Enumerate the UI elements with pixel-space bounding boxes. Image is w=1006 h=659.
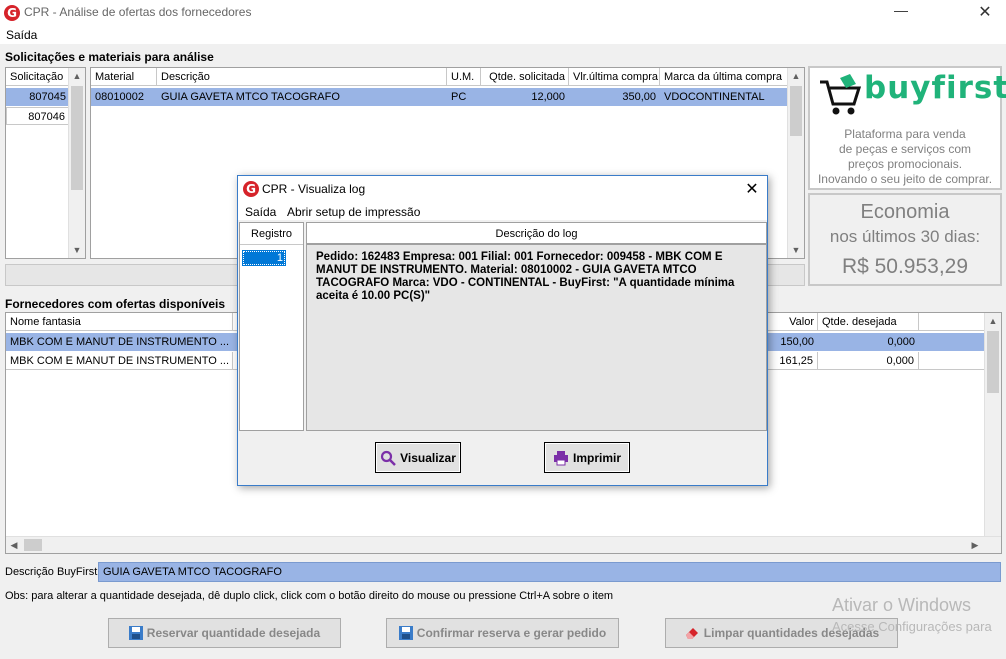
scroll-right-arrow-icon[interactable]: ▶ (967, 537, 983, 553)
savings-panel: Economia nos últimos 30 dias: R$ 50.953,… (808, 193, 1002, 286)
activation-watermark-title: Ativar o Windows (832, 595, 972, 615)
materials-header-last-brand[interactable]: Marca da última compra (660, 68, 788, 86)
reserve-button-label: Reservar quantidade desejada (146, 626, 321, 640)
window-title: CPR - Análise de ofertas dos fornecedore… (24, 5, 252, 19)
suppliers-header-value[interactable]: Valor (768, 313, 818, 331)
savings-value: R$ 50.953,29 (841, 255, 969, 278)
log-description-header[interactable]: Descrição do log (307, 223, 766, 245)
log-dialog: G CPR - Visualiza log ✕ Saída Abrir setu… (237, 175, 768, 486)
activation-watermark-text: Acesse Configurações para (832, 619, 992, 634)
suppliers-header-name[interactable]: Nome fantasia (6, 313, 233, 331)
scroll-thumb[interactable] (24, 539, 42, 551)
scroll-thumb[interactable] (790, 86, 802, 136)
dialog-close-button[interactable]: ✕ (738, 179, 766, 199)
tagline-line: preços promocionais. (847, 157, 963, 171)
requests-scrollbar[interactable]: ▲ ▼ (68, 68, 85, 258)
requests-grid: Solicitação 807045 807046 ▲ ▼ (5, 67, 86, 259)
floppy-disk-icon (398, 626, 413, 640)
scroll-thumb[interactable] (987, 331, 999, 393)
request-row[interactable]: 807045 (6, 88, 70, 106)
view-button[interactable]: Visualizar (375, 442, 461, 473)
requests-header[interactable]: Solicitação (6, 68, 70, 86)
supplier-value: 161,25 (768, 352, 818, 370)
tagline-line: de peças e serviços com (838, 142, 972, 156)
materials-scrollbar[interactable]: ▲ ▼ (787, 68, 804, 258)
suppliers-hscrollbar[interactable]: ◀ ▶ (6, 536, 1001, 553)
scroll-up-arrow-icon[interactable]: ▲ (788, 68, 804, 84)
supplier-desired: 0,000 (818, 352, 919, 370)
materials-header-qty[interactable]: Qtde. solicitada (481, 68, 569, 86)
floppy-disk-icon (128, 626, 143, 640)
scroll-down-arrow-icon[interactable]: ▼ (788, 242, 804, 258)
buyfirst-tagline: Plataforma para venda de peças e serviço… (810, 127, 1000, 187)
view-button-label: Visualizar (400, 450, 456, 465)
supplier-desired: 0,000 (887, 336, 915, 348)
material-qty: 12,000 (531, 91, 565, 103)
tagline-line: Inovando o seu jeito de comprar. (817, 172, 993, 186)
supplier-value: 150,00 (780, 336, 814, 348)
materials-header-unit[interactable]: U.M. (447, 68, 481, 86)
scroll-thumb[interactable] (71, 86, 83, 190)
savings-title: Economia (860, 201, 950, 223)
scroll-up-arrow-icon[interactable]: ▲ (985, 313, 1001, 329)
buyfirst-logo: buyfirst (864, 70, 1006, 106)
materials-header-material[interactable]: Material (91, 68, 157, 86)
dialog-title-bar: G CPR - Visualiza log ✕ (238, 176, 767, 202)
material-last-brand: VDOCONTINENTAL (664, 91, 765, 103)
material-description: GUIA GAVETA MTCO TACOGRAFO (161, 91, 340, 103)
buyfirst-banner[interactable]: buyfirst Plataforma para venda de peças … (808, 66, 1006, 190)
material-unit: PC (451, 91, 467, 103)
log-description-panel: Descrição do log Pedido: 162483 Empresa:… (306, 222, 767, 431)
cart-icon (820, 74, 862, 115)
suppliers-section-label: Fornecedores com ofertas disponíveis (5, 297, 226, 311)
supplier-name: MBK COM E MANUT DE INSTRUMENTO ... (6, 352, 233, 370)
confirm-button-label: Confirmar reserva e gerar pedido (416, 626, 607, 640)
obs-note: Obs: para alterar a quantidade desejada,… (5, 590, 614, 602)
buyfirst-description-field[interactable]: GUIA GAVETA MTCO TACOGRAFO (98, 562, 1001, 582)
app-logo-icon: G (243, 181, 259, 197)
request-row[interactable]: 807046 (6, 107, 70, 125)
scroll-up-arrow-icon[interactable]: ▲ (69, 68, 85, 84)
materials-header-last-price[interactable]: Vlr.última compra (569, 68, 660, 86)
minimize-button[interactable]: — (886, 2, 916, 22)
supplier-name: MBK COM E MANUT DE INSTRUMENTO ... (10, 336, 229, 348)
print-button-label: Imprimir (572, 450, 621, 465)
print-button[interactable]: Imprimir (544, 442, 630, 473)
material-code: 08010002 (95, 91, 144, 103)
confirm-button[interactable]: Confirmar reserva e gerar pedido (386, 618, 619, 648)
savings-period: nos últimos 30 dias: (829, 227, 981, 246)
dialog-menu-exit[interactable]: Saída (245, 205, 276, 219)
menu-bar: Saída (0, 26, 1006, 44)
tagline-line: Plataforma para venda (844, 127, 966, 141)
suppliers-header-extra[interactable] (919, 313, 985, 331)
suppliers-vscrollbar[interactable]: ▲ (984, 313, 1001, 536)
dialog-menu-bar: Saída Abrir setup de impressão (238, 202, 767, 220)
material-last-price: 350,00 (622, 91, 656, 103)
dialog-menu-print-setup[interactable]: Abrir setup de impressão (287, 205, 420, 219)
log-text[interactable]: Pedido: 162483 Empresa: 001 Filial: 001 … (316, 251, 756, 303)
reserve-button[interactable]: Reservar quantidade desejada (108, 618, 341, 648)
scroll-left-arrow-icon[interactable]: ◀ (6, 537, 22, 553)
title-bar: G CPR - Análise de ofertas dos fornecedo… (0, 0, 1006, 26)
dialog-title: CPR - Visualiza log (262, 182, 366, 196)
record-cell[interactable]: 1 (242, 250, 286, 266)
magnifier-icon (380, 450, 396, 466)
scroll-down-arrow-icon[interactable]: ▼ (69, 242, 85, 258)
printer-icon (553, 450, 568, 465)
requests-section-label: Solicitações e materiais para análise (5, 50, 214, 64)
materials-header-description[interactable]: Descrição (157, 68, 447, 86)
record-grid: Registro 1 (239, 222, 304, 431)
suppliers-header-desired[interactable]: Qtde. desejada (818, 313, 919, 331)
menu-exit[interactable]: Saída (0, 26, 43, 44)
table-row[interactable]: 08010002 GUIA GAVETA MTCO TACOGRAFO PC 1… (91, 88, 788, 106)
record-header[interactable]: Registro (240, 223, 303, 245)
eraser-icon (685, 628, 698, 639)
app-logo-icon: G (4, 5, 20, 21)
close-button[interactable]: ✕ (970, 2, 1000, 22)
buyfirst-description-label: Descrição BuyFirst (5, 566, 98, 578)
